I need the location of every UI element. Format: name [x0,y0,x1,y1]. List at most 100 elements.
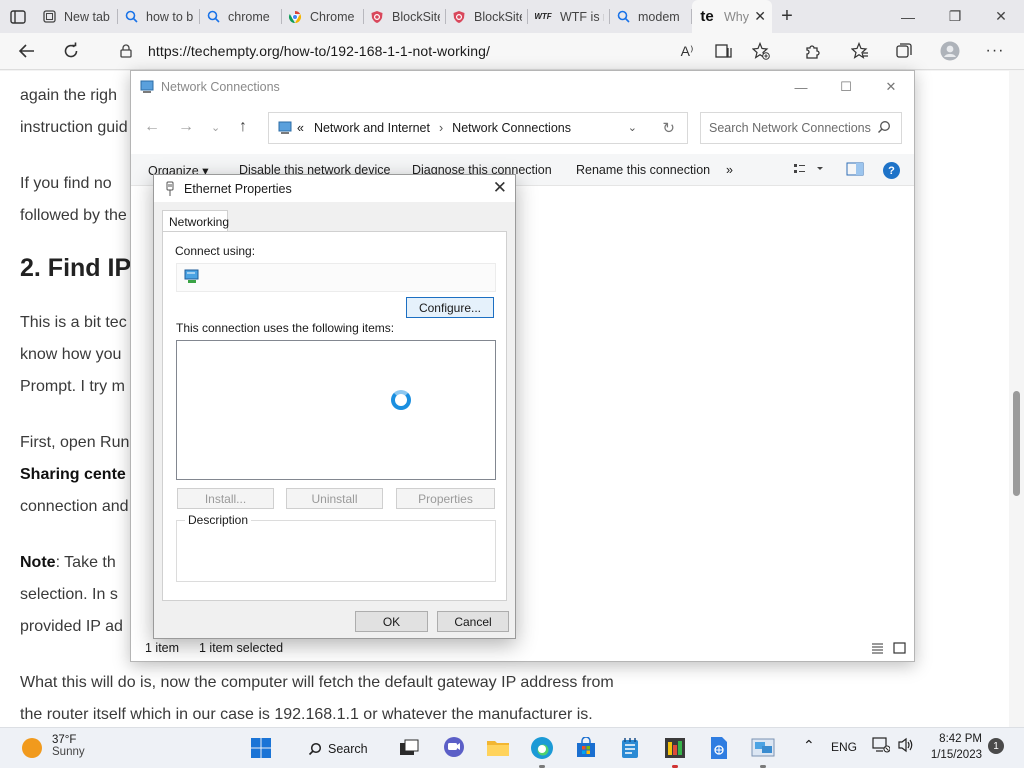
network-connections-icon [751,738,775,757]
search-input[interactable]: Search Network Connections [700,112,902,144]
uninstall-button[interactable]: Uninstall [286,488,383,509]
task-view-button[interactable] [397,736,421,760]
configure-button[interactable]: Configure... [406,297,494,318]
network-folder-icon [278,121,292,134]
taskbar-search-label: Search [328,742,368,756]
edge-button[interactable] [530,736,554,760]
article-text: First, open Run [20,434,130,451]
networking-panel: Connect using: Configure... This connect… [162,231,507,601]
chrome-icon [288,10,302,24]
browser-tab[interactable]: modem [610,0,692,33]
forward-arrow-icon[interactable]: → [178,118,194,136]
preview-pane-button[interactable] [846,162,864,179]
browser-tab[interactable]: Chrome [282,0,364,33]
close-tab-icon[interactable]: ✕ [754,8,766,25]
status-bar: 1 item 1 item selected [131,636,914,661]
browser-tab[interactable]: New tab [36,0,118,33]
search-icon [616,10,630,24]
items-label: This connection uses the following items… [176,321,395,335]
recent-locations-icon[interactable]: ⌄ [211,121,220,134]
te-icon: te [700,8,714,25]
clock[interactable]: 8:42 PM 1/15/2023 [926,731,982,763]
settings-menu-button[interactable]: ··· [980,37,1010,65]
network-tray-icon[interactable] [872,737,891,756]
description-group [176,520,496,582]
tiles-view-icon[interactable] [893,642,906,657]
chevron-down-icon[interactable]: ⌄ [628,121,637,134]
items-list[interactable] [176,340,496,480]
profile-button[interactable] [935,37,965,65]
breadcrumb-network-internet[interactable]: Network and Internet [314,121,430,135]
rename-button[interactable]: Rename this connection [576,163,710,177]
breadcrumb-network-connections[interactable]: Network Connections [452,121,571,135]
close-button[interactable]: ✕ [876,77,906,97]
weather-widget[interactable]: 37°F Sunny [22,734,85,758]
refresh-icon [64,42,78,58]
browser-tab-active[interactable]: te Why ✕ [692,0,772,33]
language-indicator[interactable]: ENG [831,740,857,754]
details-view-icon[interactable] [871,642,884,657]
tab-networking[interactable]: Networking [162,210,229,232]
properties-button[interactable]: Properties [396,488,495,509]
cancel-button[interactable]: Cancel [437,611,509,632]
browser-tab[interactable]: BlockSite [446,0,528,33]
back-button[interactable] [12,37,42,65]
store-button[interactable] [574,736,598,760]
taskbar-search[interactable]: Search [292,734,378,764]
taskmanager-button[interactable] [663,736,687,760]
tab-actions-button[interactable] [0,0,36,33]
up-arrow-icon[interactable]: ↑ [239,118,247,136]
star-add-icon [752,42,770,60]
article-text: followed by the [20,207,127,224]
refresh-icon[interactable]: ↻ [662,119,675,137]
maximize-button[interactable]: ☐ [831,77,861,97]
tab-title: BlockSite [392,9,440,24]
read-aloud-button[interactable]: A⁾ [672,37,702,65]
help-icon[interactable]: ? [883,162,900,179]
browser-tab[interactable]: BlockSite [364,0,446,33]
install-button[interactable]: Install... [177,488,274,509]
page-scrollbar-thumb[interactable] [1013,391,1020,496]
loading-spinner-icon [391,390,411,410]
extensions-button[interactable] [797,37,827,65]
more-commands-button[interactable]: » [726,163,733,177]
notification-badge[interactable]: 1 [988,738,1004,754]
description-label: Description [185,513,252,527]
close-button[interactable]: ✕ [978,0,1024,33]
folder-icon [487,741,509,756]
minimize-button[interactable]: — [885,0,931,33]
add-favorite-button[interactable] [746,37,776,65]
breadcrumb[interactable]: « Network and Internet › Network Connect… [268,112,688,144]
favorites-button[interactable] [845,37,875,65]
window-title: Network Connections [161,79,280,94]
tab-title: BlockSite [474,9,522,24]
start-button[interactable] [249,736,273,760]
search-placeholder: Search Network Connections [709,121,871,135]
restore-button[interactable]: ❐ [932,0,978,33]
collections-button[interactable] [889,37,919,65]
browser-tab[interactable]: chrome [200,0,282,33]
notepad-button[interactable] [618,736,642,760]
network-connections-taskbar-button[interactable] [751,736,775,760]
more-icon: ··· [985,42,1005,59]
chevron-up-icon[interactable]: ⌃ [803,737,815,754]
browser-tab[interactable]: WTF WTF is m [528,0,610,33]
ok-button[interactable]: OK [355,611,428,632]
ethernet-properties-dialog: Ethernet Properties ✕ Networking Connect… [153,174,516,639]
view-options-button[interactable] [793,162,823,179]
browser-tab[interactable]: how to b [118,0,200,33]
file-explorer-button[interactable] [486,736,510,760]
word-doc-button[interactable] [707,736,731,760]
new-tab-button[interactable]: + [772,5,802,28]
chat-button[interactable] [442,736,466,760]
taskbar: 37°F Sunny Search ⌃ ENG 8:42 PM 1/15/202… [0,727,1024,768]
volume-icon[interactable] [897,737,915,756]
back-arrow-icon[interactable]: ← [144,118,160,136]
ethernet-icon [166,181,174,196]
immersive-reader-button[interactable] [709,37,739,65]
close-icon[interactable]: ✕ [493,178,507,198]
maximize-icon: ☐ [840,79,852,94]
refresh-button[interactable] [56,37,86,65]
article-text-bold: Sharing cente [20,466,126,483]
minimize-button[interactable]: — [786,77,816,97]
